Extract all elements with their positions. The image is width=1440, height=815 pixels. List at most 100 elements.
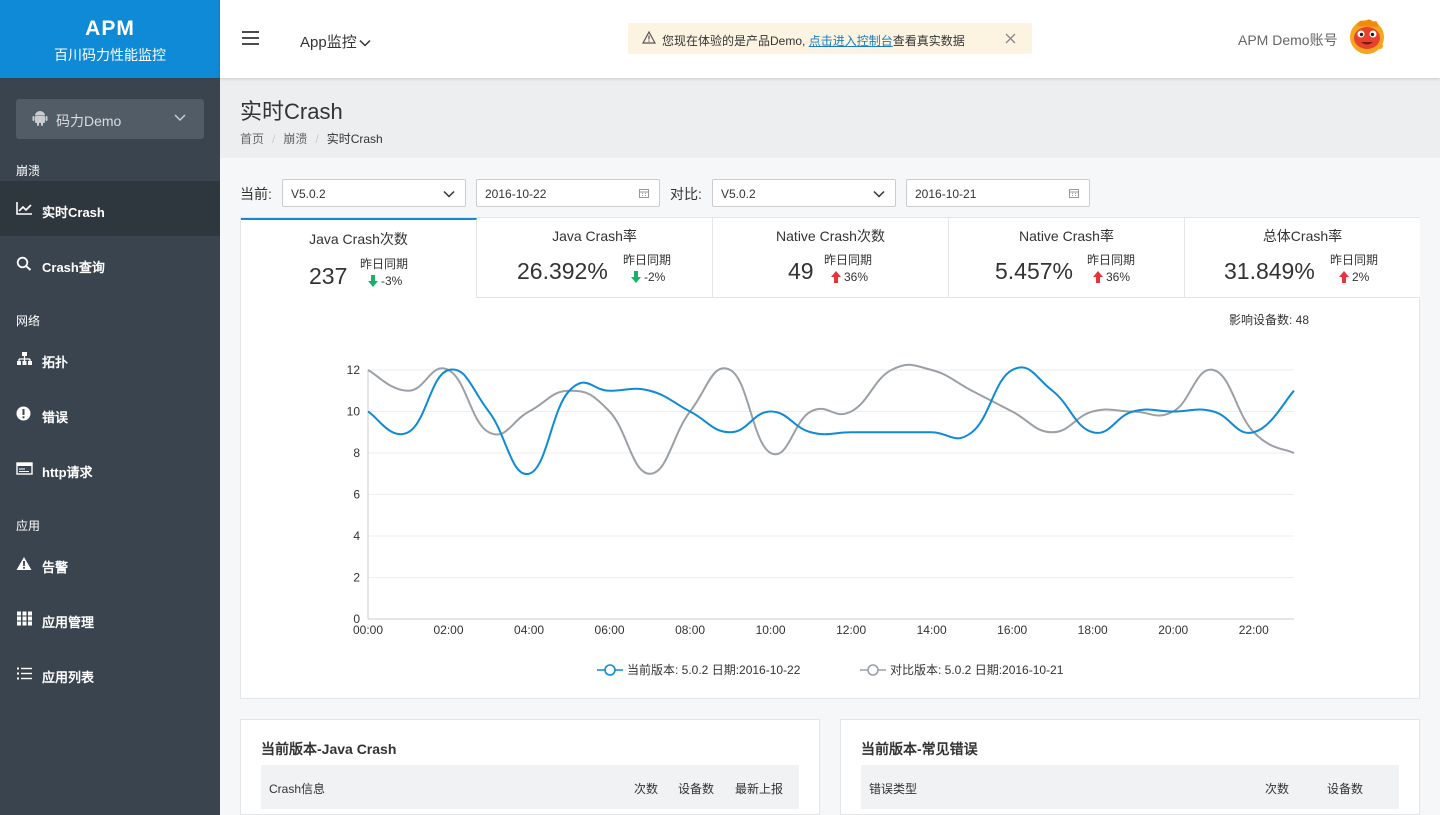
warning-icon: [16, 557, 32, 570]
y-tick-label: 8: [353, 446, 360, 460]
browser-window-icon: [16, 462, 33, 475]
legend-marker-compare: [860, 664, 886, 676]
column-header-count[interactable]: 次数: [1265, 780, 1289, 797]
x-tick-label: 02:00: [434, 623, 464, 637]
close-icon[interactable]: [1005, 33, 1016, 44]
sidebar-item-crash-query[interactable]: Crash查询: [0, 236, 220, 291]
breadcrumb-home[interactable]: 首页: [240, 132, 264, 146]
account-name[interactable]: APM Demo账号: [1238, 30, 1338, 50]
chevron-down-icon: [359, 40, 371, 47]
calendar-icon: [1069, 189, 1079, 198]
x-tick-label: 14:00: [917, 623, 947, 637]
console-link[interactable]: 点击进入控制台: [809, 34, 893, 48]
column-header-crash-info[interactable]: Crash信息: [269, 780, 325, 797]
x-tick-label: 12:00: [836, 623, 866, 637]
crash-line-chart: 02468101200:00 02:00 04:00 06:00 08:00 10:00 1…: [347, 363, 1295, 637]
android-icon: [32, 111, 48, 126]
sidebar-item-app-management[interactable]: 应用管理: [0, 591, 220, 646]
notice-message: 您现在体验的是产品Demo, 点击进入控制台查看真实数据: [662, 32, 965, 49]
warning-icon: [642, 31, 656, 44]
x-tick-label: 18:00: [1078, 623, 1108, 637]
brand-header[interactable]: APM 百川码力性能监控: [0, 0, 220, 78]
section-label-network: 网络: [16, 314, 41, 328]
chevron-down-icon: [873, 190, 885, 198]
sidebar-item-label: 告警: [42, 560, 69, 575]
compare-version-select[interactable]: V5.0.2: [712, 179, 896, 207]
x-tick-label: 20:00: [1158, 623, 1188, 637]
exclamation-circle-icon: [16, 406, 31, 421]
card-title: 当前版本-常见错误: [861, 741, 978, 757]
crash-overview-panel: Java Crash次数 237 昨日同期 -3% Java Crash率 26…: [240, 217, 1420, 699]
y-tick-label: 12: [347, 363, 361, 377]
search-icon: [16, 256, 32, 271]
x-tick-label: 22:00: [1239, 623, 1269, 637]
breadcrumb-current: 实时Crash: [326, 132, 383, 146]
breadcrumb-crash[interactable]: 崩溃: [283, 132, 307, 146]
sidebar-item-label: 应用列表: [42, 670, 95, 685]
avatar[interactable]: [1347, 16, 1387, 56]
app-selector[interactable]: 码力Demo: [16, 99, 204, 139]
y-tick-label: 10: [347, 405, 361, 419]
section-label-application: 应用: [16, 519, 41, 533]
hamburger-menu-icon[interactable]: [242, 31, 259, 45]
top-header: App监控 您现在体验的是产品Demo, 点击进入控制台查看真实数据 APM D…: [220, 0, 1440, 78]
column-header-devices[interactable]: 设备数: [1327, 780, 1363, 797]
common-errors-table-card: 当前版本-常见错误 错误类型 次数 设备数: [840, 719, 1420, 815]
sidebar-item-label: 错误: [42, 410, 69, 425]
sidebar-item-realtime-crash[interactable]: 实时Crash: [0, 181, 220, 236]
chevron-down-icon: [174, 114, 186, 122]
line-chart-icon: [16, 202, 32, 215]
list-icon: [17, 667, 32, 680]
sitemap-icon: [17, 352, 32, 365]
current-date-picker[interactable]: 2016-10-22: [476, 179, 660, 207]
current-version-select[interactable]: V5.0.2: [282, 179, 466, 207]
card-title: 当前版本-Java Crash: [261, 741, 397, 757]
legend-compare-label: 对比版本: 5.0.2 日期:2016-10-21: [890, 663, 1064, 677]
current-version-value: V5.0.2: [291, 187, 326, 201]
column-header-count[interactable]: 次数: [634, 780, 658, 797]
demo-notice: 您现在体验的是产品Demo, 点击进入控制台查看真实数据: [628, 23, 1032, 54]
notice-suffix: 查看真实数据: [892, 34, 965, 48]
y-tick-label: 6: [353, 488, 360, 502]
current-date-value: 2016-10-22: [485, 187, 547, 201]
y-tick-label: 2: [353, 571, 360, 585]
sidebar: 码力Demo 崩溃 实时Crash Crash查询 网络 拓扑 错误 http请…: [0, 78, 220, 815]
sidebar-item-app-list[interactable]: 应用列表: [0, 646, 220, 701]
app-monitor-label: App监控: [300, 34, 357, 51]
series-line-current: [367, 366, 1295, 475]
x-tick-label: 08:00: [675, 623, 705, 637]
brand-name: APM: [85, 17, 135, 40]
x-tick-label: 04:00: [514, 623, 544, 637]
legend-compare[interactable]: 对比版本: 5.0.2 日期:2016-10-21: [860, 661, 1063, 678]
x-tick-label: 00:00: [353, 623, 383, 637]
sidebar-item-label: http请求: [42, 465, 93, 480]
x-tick-label: 16:00: [997, 623, 1027, 637]
notice-prefix: 您现在体验的是产品Demo,: [662, 34, 809, 48]
app-monitor-dropdown[interactable]: App监控: [300, 31, 371, 52]
column-header-error-type[interactable]: 错误类型: [869, 780, 917, 797]
series-line-compare: [367, 363, 1295, 475]
y-tick-label: 4: [353, 529, 360, 543]
column-header-devices[interactable]: 设备数: [678, 780, 714, 797]
compare-date-picker[interactable]: 2016-10-21: [906, 179, 1090, 207]
sidebar-item-topology[interactable]: 拓扑: [0, 331, 220, 386]
x-tick-label: 10:00: [756, 623, 786, 637]
breadcrumb: 首页 / 崩溃 / 实时Crash: [240, 132, 383, 146]
app-selector-label: 码力Demo: [56, 113, 122, 129]
sidebar-item-label: Crash查询: [42, 260, 105, 275]
sidebar-item-alerts[interactable]: 告警: [0, 536, 220, 591]
section-label-crash: 崩溃: [16, 164, 41, 178]
sidebar-item-label: 实时Crash: [42, 205, 105, 220]
compare-version-value: V5.0.2: [721, 187, 756, 201]
sidebar-item-label: 拓扑: [42, 355, 69, 370]
legend-current[interactable]: 当前版本: 5.0.2 日期:2016-10-22: [597, 661, 800, 678]
sidebar-item-errors[interactable]: 错误: [0, 386, 220, 441]
sidebar-item-http-requests[interactable]: http请求: [0, 441, 220, 496]
table-header: Crash信息 次数 设备数 最新上报: [261, 765, 799, 809]
chevron-down-icon: [443, 190, 455, 198]
column-header-latest-report[interactable]: 最新上报: [735, 780, 783, 797]
grid-icon: [17, 611, 32, 626]
page-title: 实时Crash: [240, 99, 343, 124]
brand-subtitle: 百川码力性能监控: [54, 47, 166, 63]
calendar-icon: [639, 189, 649, 198]
